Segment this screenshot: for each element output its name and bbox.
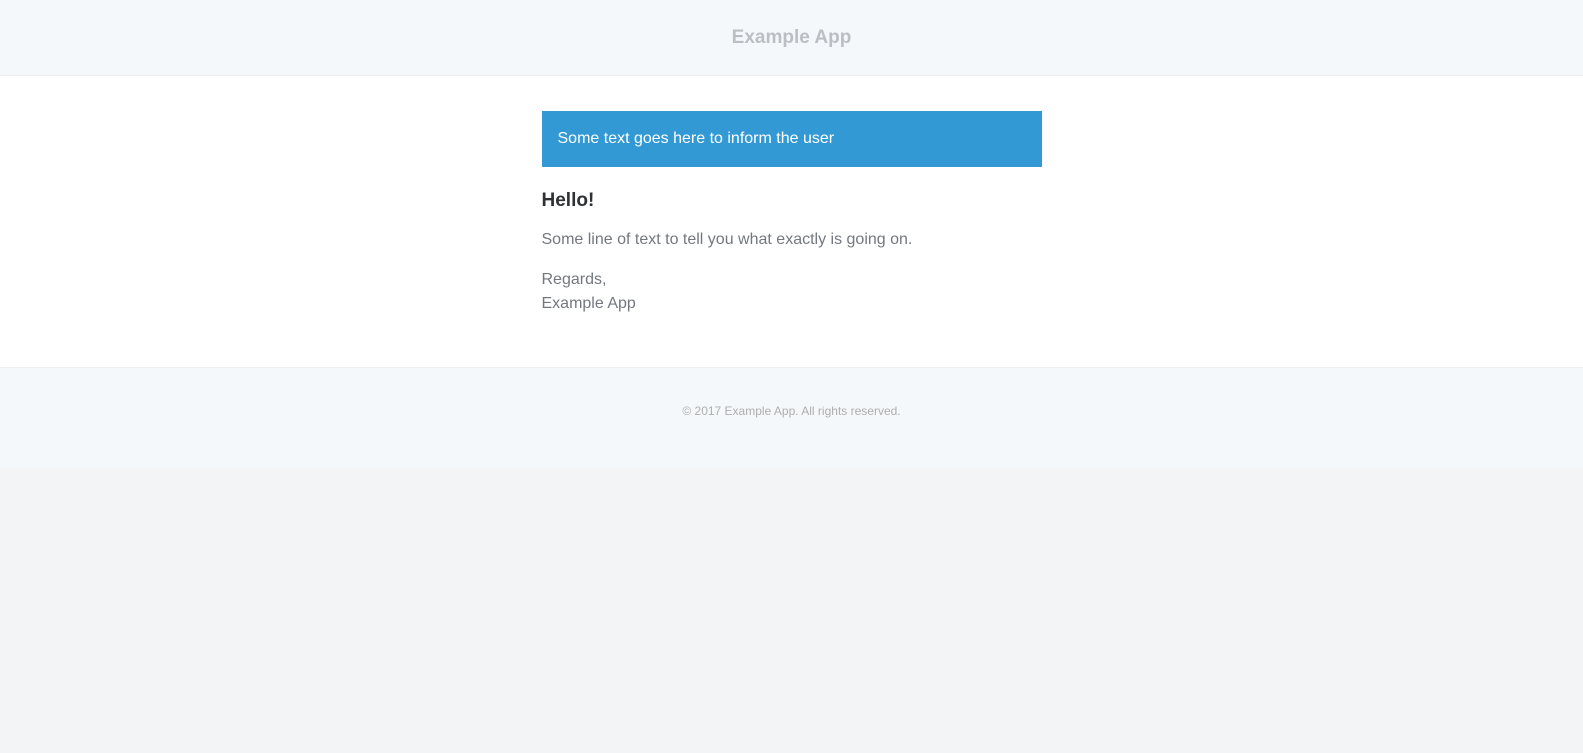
salutation: Regards, [541,271,607,288]
sign-off: Regards, Example App [542,268,1042,316]
copyright-text: © 2017 Example App. All rights reserved. [682,404,901,418]
signature: Example App [541,295,636,312]
email-header: Example App [0,0,1583,76]
intro-line: Some line of text to tell you what exact… [541,231,913,248]
email-footer: © 2017 Example App. All rights reserved. [0,368,1583,468]
email-body: Some text goes here to inform the user H… [0,76,1583,368]
info-panel: Some text goes here to inform the user [541,111,1042,167]
email-content: Some text goes here to inform the user H… [541,76,1042,316]
info-panel-text: Some text goes here to inform the user [557,130,835,147]
greeting-heading: Hello! [541,190,595,211]
app-name-link[interactable]: Example App [732,27,852,49]
